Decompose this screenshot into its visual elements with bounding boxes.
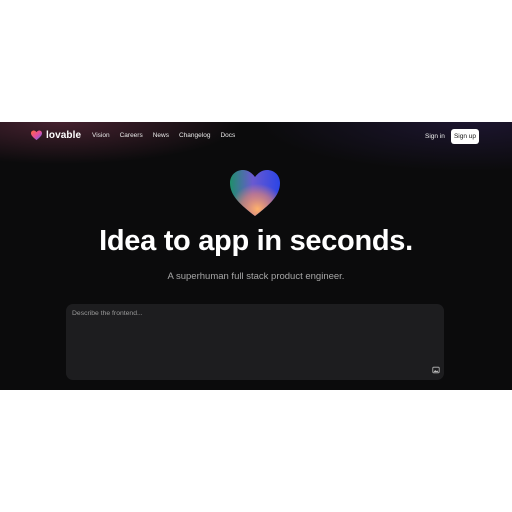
nav-item-changelog[interactable]: Changelog <box>179 132 210 139</box>
app-window: lovable Vision Careers News Changelog Do… <box>0 122 512 390</box>
brand-name: lovable <box>46 130 82 141</box>
nav-item-news[interactable]: News <box>153 132 169 139</box>
top-navbar: lovable Vision Careers News Changelog Do… <box>0 122 512 150</box>
sign-up-button[interactable]: Sign up <box>451 129 479 144</box>
hero-subheadline: A superhuman full stack product engineer… <box>167 271 345 282</box>
nav-menu: Vision Careers News Changelog Docs <box>92 132 235 139</box>
nav-item-docs[interactable]: Docs <box>220 132 235 139</box>
nav-item-careers[interactable]: Careers <box>120 132 143 139</box>
nav-item-vision[interactable]: Vision <box>92 132 110 139</box>
hero-headline: Idea to app in seconds. <box>99 225 413 257</box>
prompt-input[interactable] <box>66 304 444 380</box>
brand[interactable]: lovable <box>31 130 81 141</box>
sign-in-button[interactable]: Sign in <box>420 130 450 144</box>
prompt-box <box>66 304 444 380</box>
heart-gradient-icon <box>230 170 280 216</box>
image-icon[interactable] <box>432 366 440 374</box>
heart-logo-icon <box>31 130 42 141</box>
